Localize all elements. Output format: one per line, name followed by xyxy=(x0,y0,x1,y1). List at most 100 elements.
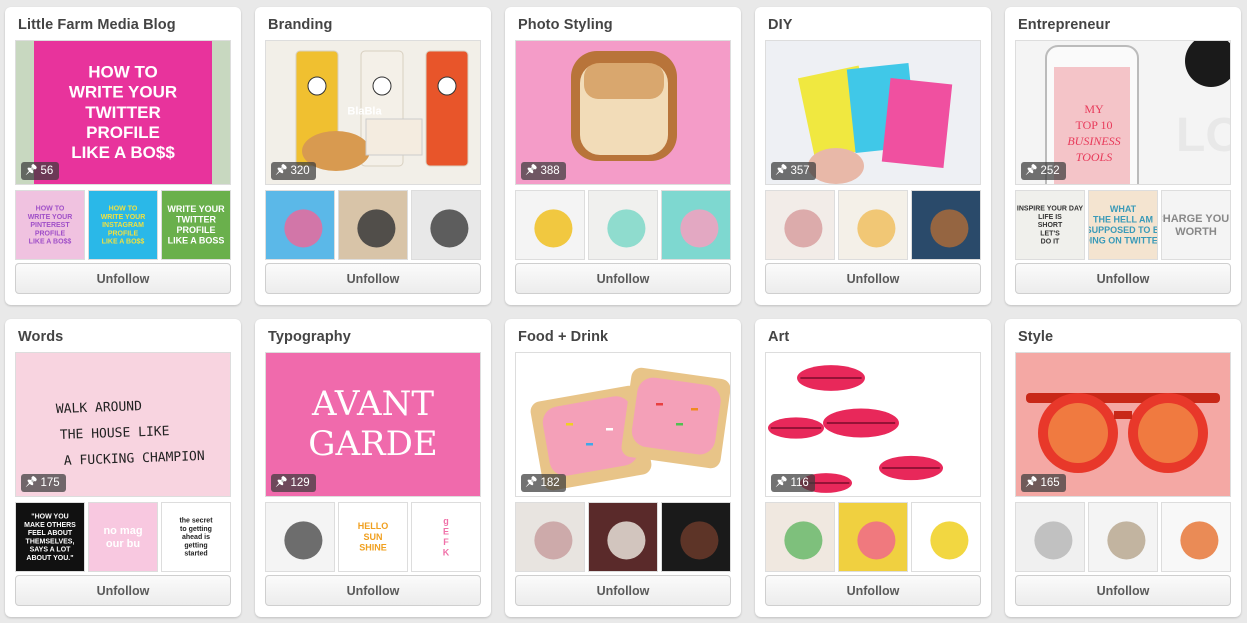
board-cover-image[interactable]: 📌 116 xyxy=(765,352,981,497)
board-thumbnail[interactable] xyxy=(265,502,335,572)
svg-text:BUSINESS: BUSINESS xyxy=(1067,134,1120,148)
board-title[interactable]: Art xyxy=(768,329,789,345)
svg-text:WHAT: WHAT xyxy=(1110,204,1137,214)
board-cover-image[interactable]: 📌 388 xyxy=(515,40,731,185)
board-title[interactable]: Branding xyxy=(268,17,332,33)
board-thumbnail[interactable] xyxy=(838,190,908,260)
board-thumbnail[interactable] xyxy=(588,190,658,260)
board-thumbnail[interactable]: INSPIRE YOUR DAY LIFE IS SHORT LET'S DO IT xyxy=(1015,190,1085,260)
svg-text:WRITE YOUR: WRITE YOUR xyxy=(69,83,177,102)
board-thumbnails xyxy=(765,502,981,572)
board-title[interactable]: Photo Styling xyxy=(518,17,613,33)
svg-text:LET'S: LET'S xyxy=(1040,230,1060,237)
pin-count-badge: 📌 116 xyxy=(771,474,815,492)
board-thumbnail[interactable]: HELLO SUN SHINE xyxy=(338,502,408,572)
board-thumbnail[interactable]: WHATTHE HELL AMI SUPPOSED TO BEDOING ON … xyxy=(1088,190,1158,260)
pin-count-badge: 📌 252 xyxy=(1021,162,1066,180)
unfollow-button[interactable]: Unfollow xyxy=(265,575,481,606)
unfollow-button[interactable]: Unfollow xyxy=(765,263,981,294)
unfollow-button[interactable]: Unfollow xyxy=(1015,263,1231,294)
board-thumbnail[interactable]: gEFK xyxy=(411,502,481,572)
board-thumbnail[interactable] xyxy=(265,190,335,260)
unfollow-button[interactable]: Unfollow xyxy=(515,263,731,294)
pin-count: 357 xyxy=(790,165,810,177)
board-cover-image[interactable]: HOW TO WRITE YOUR TWITTER PROFILE LIKE A BO$… xyxy=(15,40,231,185)
board-thumbnail[interactable]: HOW TO WRITE YOUR PINTEREST PROFILE LIKE A B… xyxy=(15,190,85,260)
svg-text:LIFE IS: LIFE IS xyxy=(1038,214,1062,221)
svg-text:SHORT: SHORT xyxy=(1038,222,1063,229)
board-card: Entrepreneur LOY MY TOP 10 BUSINESS TOOLS 📌252… xyxy=(1005,7,1241,305)
svg-text:LIKE A BO$$: LIKE A BO$$ xyxy=(29,239,72,246)
unfollow-button[interactable]: Unfollow xyxy=(15,263,231,294)
board-title[interactable]: Typography xyxy=(268,329,351,345)
unfollow-button[interactable]: Unfollow xyxy=(15,575,231,606)
pin-icon: 📌 xyxy=(25,477,38,488)
board-thumbnail[interactable] xyxy=(588,502,658,572)
svg-text:ahead is: ahead is xyxy=(182,534,210,541)
board-thumbnail[interactable]: no mag our bu xyxy=(88,502,158,572)
svg-text:PROFILE: PROFILE xyxy=(86,123,160,142)
svg-text:PROFILE: PROFILE xyxy=(108,230,139,237)
svg-text:FEEL ABOUT: FEEL ABOUT xyxy=(28,530,73,537)
board-thumbnail[interactable]: HOW TO WRITE YOUR INSTAGRAM PROFILE LIKE A B… xyxy=(88,190,158,260)
board-thumbnail[interactable]: "HOW YOU MAKE OTHERS FEEL ABOUT THEMSELVES,… xyxy=(15,502,85,572)
pin-count: 56 xyxy=(40,165,54,177)
board-title[interactable]: Little Farm Media Blog xyxy=(18,17,176,33)
board-cover-image[interactable]: AVANT GARDE 📌 129 xyxy=(265,352,481,497)
board-thumbnail[interactable] xyxy=(515,190,585,260)
board-thumbnails xyxy=(515,502,731,572)
svg-text:THE HELL AM: THE HELL AM xyxy=(1093,214,1153,224)
board-title[interactable]: Entrepreneur xyxy=(1018,17,1110,33)
board-thumbnail[interactable] xyxy=(1015,502,1085,572)
board-cover-image[interactable]: 📌 357 xyxy=(765,40,981,185)
svg-text:SHINE: SHINE xyxy=(359,542,387,552)
board-title[interactable]: Words xyxy=(18,329,63,345)
board-grid: Little Farm Media Blog HOW TO WRITE YOUR TW… xyxy=(0,0,1247,623)
unfollow-button[interactable]: Unfollow xyxy=(515,575,731,606)
unfollow-button[interactable]: Unfollow xyxy=(765,575,981,606)
board-thumbnail[interactable] xyxy=(911,190,981,260)
svg-text:WORTH: WORTH xyxy=(1175,226,1217,238)
pin-count-badge: 📌 182 xyxy=(521,474,566,492)
board-thumbnail[interactable] xyxy=(1161,502,1231,572)
board-thumbnail[interactable] xyxy=(338,190,408,260)
board-cover-image[interactable]: WALK AROUND THE HOUSE LIKE A FUCKING CHAMP… xyxy=(15,352,231,497)
board-thumbnail[interactable] xyxy=(765,190,835,260)
pin-count-badge: 📌 175 xyxy=(21,474,66,492)
svg-text:WRITE YOUR: WRITE YOUR xyxy=(101,214,146,221)
board-thumbnail[interactable]: WRITE YOUR TWITTER PROFILE LIKE A BOSS xyxy=(161,190,231,260)
board-thumbnail[interactable] xyxy=(515,502,585,572)
board-thumbnail[interactable] xyxy=(765,502,835,572)
board-thumbnail[interactable] xyxy=(411,190,481,260)
board-thumbnail[interactable]: CHARGE YOURWORTH xyxy=(1161,190,1231,260)
svg-text:no mag: no mag xyxy=(103,525,142,537)
board-thumbnail[interactable] xyxy=(911,502,981,572)
svg-text:I SUPPOSED TO BE: I SUPPOSED TO BE xyxy=(1089,225,1157,235)
board-cover-image[interactable]: LOY MY TOP 10 BUSINESS TOOLS 📌252 xyxy=(1015,40,1231,185)
pin-count: 182 xyxy=(540,477,560,489)
svg-text:WRITE YOUR: WRITE YOUR xyxy=(28,214,73,221)
board-thumbnail[interactable] xyxy=(661,190,731,260)
board-thumbnail[interactable]: the secret to getting ahead is getting start… xyxy=(161,502,231,572)
board-cover-image[interactable]: 📌 182 xyxy=(515,352,731,497)
svg-text:F: F xyxy=(443,537,449,547)
board-thumbnail[interactable] xyxy=(838,502,908,572)
svg-text:LIKE A BO$$: LIKE A BO$$ xyxy=(102,239,145,246)
pin-count: 165 xyxy=(1040,477,1060,489)
board-title[interactable]: DIY xyxy=(768,17,792,33)
unfollow-button[interactable]: Unfollow xyxy=(1015,575,1231,606)
pin-count: 129 xyxy=(290,477,310,489)
svg-text:HOW TO: HOW TO xyxy=(109,206,138,213)
board-title[interactable]: Style xyxy=(1018,329,1053,345)
board-cover-image[interactable]: 📌 165 xyxy=(1015,352,1231,497)
board-thumbnail[interactable] xyxy=(661,502,731,572)
board-title[interactable]: Food + Drink xyxy=(518,329,608,345)
unfollow-button[interactable]: Unfollow xyxy=(265,263,481,294)
board-card: Style 📌 165 Unfollow xyxy=(1005,319,1241,617)
svg-text:PINTEREST: PINTEREST xyxy=(30,222,70,229)
board-cover-image[interactable]: BlaBla 📌 320 xyxy=(265,40,481,185)
board-thumbnail[interactable] xyxy=(1088,502,1158,572)
svg-text:DOING ON TWITTER?: DOING ON TWITTER? xyxy=(1089,236,1157,246)
svg-text:MY: MY xyxy=(1084,102,1104,116)
board-card: Words WALK AROUND THE HOUSE LIKE A FUCKING … xyxy=(5,319,241,617)
